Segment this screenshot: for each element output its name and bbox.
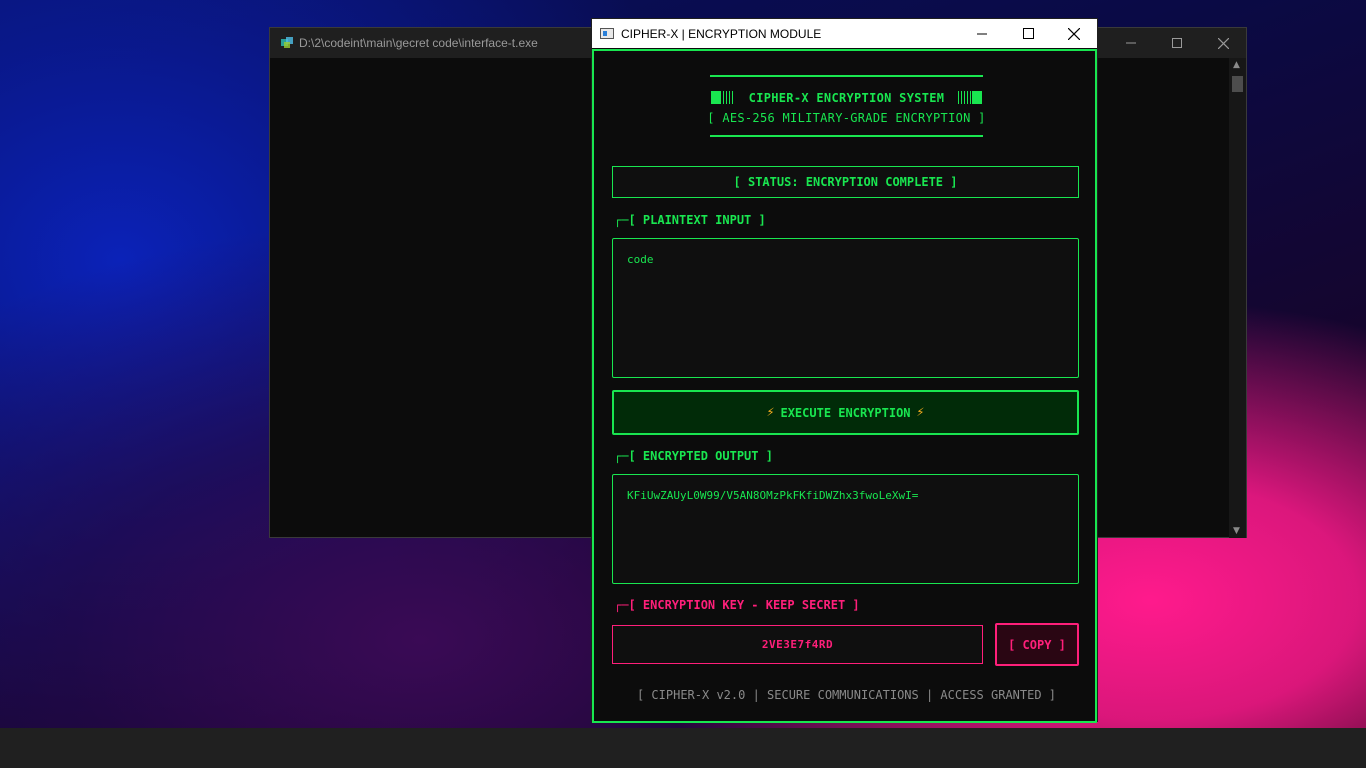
encrypted-output-value: KFiUwZAUyL0W99/V5AN8OMzPkFKfiDWZhx3fwoLe… (627, 489, 919, 502)
block-decoration-icon (957, 91, 982, 104)
status-text: [ STATUS: ENCRYPTION COMPLETE ] (733, 175, 958, 189)
plaintext-section-label: ┌─[ PLAINTEXT INPUT ] (614, 213, 766, 227)
app-window-icon (600, 28, 614, 39)
lightning-icon: ⚡ (766, 405, 775, 420)
cipher-window-title: CIPHER-X | ENCRYPTION MODULE (621, 26, 822, 41)
encryption-key-field[interactable]: 2VE3E7f4RD (612, 625, 983, 664)
taskbar (0, 728, 1366, 768)
footer-text: [ CIPHER-X v2.0 | SECURE COMMUNICATIONS … (636, 688, 1057, 702)
lightning-icon: ⚡ (916, 405, 925, 420)
status-bar: [ STATUS: ENCRYPTION COMPLETE ] (612, 166, 1079, 198)
key-label: [ ENCRYPTION KEY - KEEP SECRET ] (628, 598, 860, 612)
cipher-maximize-button[interactable] (1005, 19, 1051, 48)
output-label: [ ENCRYPTED OUTPUT ] (628, 449, 773, 463)
header-title-row: CIPHER-X ENCRYPTION SYSTEM (594, 91, 1099, 105)
console-app-icon (281, 37, 293, 48)
encryption-key-value: 2VE3E7f4RD (761, 638, 834, 651)
header-title: CIPHER-X ENCRYPTION SYSTEM (748, 91, 945, 105)
scroll-up-icon[interactable]: ▲ (1233, 60, 1240, 70)
console-minimize-button[interactable] (1108, 28, 1154, 58)
cipher-titlebar[interactable]: CIPHER-X | ENCRYPTION MODULE (592, 19, 1097, 48)
console-scroll-thumb[interactable] (1232, 76, 1243, 92)
close-icon (1217, 37, 1229, 49)
cipher-close-button[interactable] (1051, 19, 1097, 48)
console-scrollbar[interactable]: ▲ ▼ (1229, 58, 1246, 538)
plaintext-input[interactable]: code (612, 238, 1079, 378)
corner-glyph: ┌─ (614, 213, 629, 227)
execute-encryption-button[interactable]: ⚡ EXECUTE ENCRYPTION ⚡ (612, 390, 1079, 435)
minimize-icon (1126, 42, 1136, 44)
close-icon (1068, 27, 1080, 40)
encrypted-output-field[interactable]: KFiUwZAUyL0W99/V5AN8OMzPkFKfiDWZhx3fwoLe… (612, 474, 1079, 584)
console-maximize-button[interactable] (1154, 28, 1200, 58)
cipher-panel: CIPHER-X ENCRYPTION SYSTEM [ AES-256 MIL… (592, 49, 1097, 723)
execute-button-label: EXECUTE ENCRYPTION (780, 405, 911, 420)
key-section-label: ┌─[ ENCRYPTION KEY - KEEP SECRET ] (614, 598, 860, 612)
cipher-window: CIPHER-X | ENCRYPTION MODULE CIPHER-X EN… (591, 18, 1098, 723)
console-title: D:\2\codeint\main\gecret code\interface-… (299, 36, 538, 50)
block-decoration-icon (711, 91, 736, 104)
header-rule-top (710, 75, 983, 77)
header-rule-bottom (710, 135, 983, 137)
copy-button-label: [ COPY ] (1008, 637, 1066, 652)
output-section-label: ┌─[ ENCRYPTED OUTPUT ] (614, 449, 773, 463)
corner-glyph: ┌─ (614, 449, 629, 463)
plaintext-value: code (627, 253, 654, 266)
maximize-icon (1022, 28, 1034, 39)
maximize-icon (1172, 38, 1182, 48)
header-subtitle: [ AES-256 MILITARY-GRADE ENCRYPTION ] (707, 111, 986, 125)
scroll-down-icon[interactable]: ▼ (1233, 526, 1240, 536)
minimize-icon (977, 33, 987, 34)
corner-glyph: ┌─ (614, 598, 629, 612)
console-close-button[interactable] (1200, 28, 1246, 58)
plaintext-label: [ PLAINTEXT INPUT ] (628, 213, 766, 227)
cipher-minimize-button[interactable] (959, 19, 1005, 48)
copy-key-button[interactable]: [ COPY ] (995, 623, 1079, 666)
